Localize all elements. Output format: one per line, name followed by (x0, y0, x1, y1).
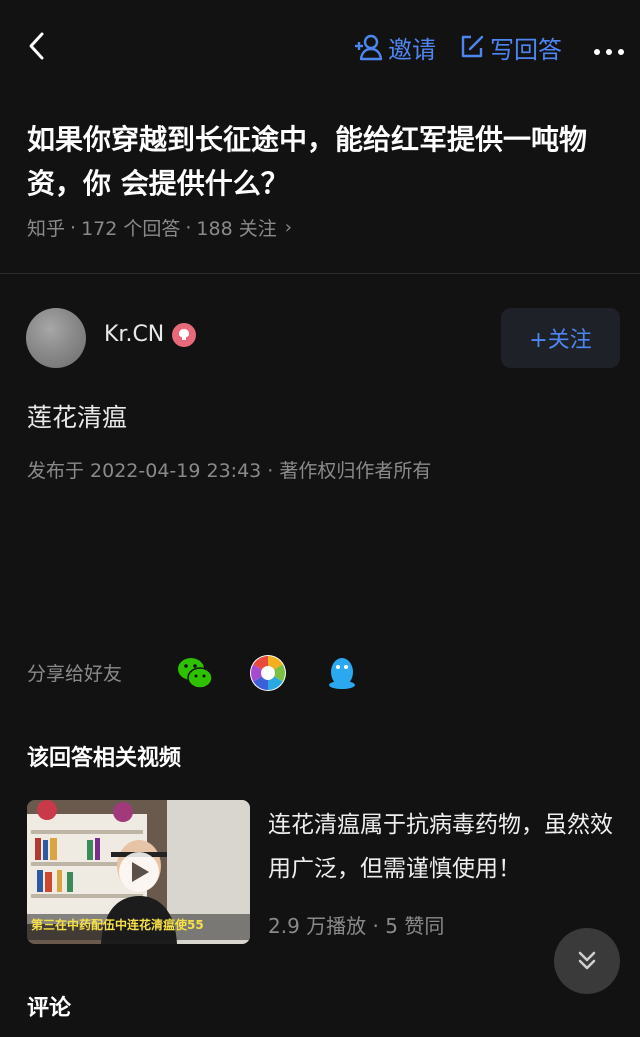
video-likes: 5 赞同 (385, 914, 445, 938)
author-badge-icon (172, 322, 197, 347)
separator-dot: · (372, 914, 386, 938)
question-meta[interactable]: 知乎 · 172 个回答 · 188 关注 › (27, 214, 292, 241)
comments-title: 评论 (27, 996, 72, 1021)
question-title: 如果你穿越到长征途中，能给红军提供一吨物资，你 会提供什么？ (27, 123, 588, 200)
invite-label: 邀请 (388, 35, 436, 64)
chevron-right-icon: › (284, 217, 292, 238)
double-chevron-down-icon (578, 951, 596, 970)
author-name: Kr.CN (104, 322, 165, 347)
share-label: 分享给好友 (27, 663, 123, 685)
chevron-left-icon (29, 32, 44, 60)
video-title[interactable]: 连花清瘟属于抗病毒药物，虽然效用广泛，但需谨慎使用！ (268, 803, 623, 891)
answers-count: 172 个回答 (81, 218, 181, 240)
follow-button[interactable]: +关注 (501, 308, 620, 368)
write-answer-label: 写回答 (490, 35, 562, 64)
publish-info: 发布于 2022-04-19 23:43 · 著作权归作者所有 (27, 460, 432, 482)
video-thumb-caption: 第三在中药配伍中连花清瘟使55 (31, 918, 204, 932)
scroll-down-button[interactable] (554, 928, 620, 994)
add-person-icon (355, 34, 383, 61)
video-plays: 2.9 万播放 (268, 914, 367, 938)
back-button[interactable] (22, 28, 52, 64)
more-dots-icon (594, 49, 624, 55)
moments-icon[interactable] (249, 654, 287, 692)
separator-dot: · (185, 216, 192, 239)
question-source: 知乎 (27, 218, 66, 240)
invite-button[interactable]: 邀请 (354, 30, 436, 64)
video-thumbnail[interactable]: 第三在中药配伍中连花清瘟使55 (27, 800, 250, 944)
related-videos-title: 该回答相关视频 (27, 746, 182, 771)
author-info[interactable]: Kr.CN (104, 322, 197, 347)
answer-content: 莲花清瘟 (27, 403, 128, 432)
separator-dot: · (70, 216, 77, 239)
divider (0, 273, 640, 274)
video-meta: 2.9 万播放 · 5 赞同 (268, 910, 444, 939)
more-button[interactable] (592, 42, 626, 55)
qq-icon[interactable] (323, 654, 361, 692)
edit-icon (461, 35, 484, 58)
followers-count: 188 关注 (196, 218, 277, 240)
top-bar: 邀请 写回答 (0, 0, 640, 92)
wechat-icon[interactable] (176, 654, 214, 692)
author-avatar[interactable] (26, 308, 86, 368)
write-answer-button[interactable]: 写回答 (458, 30, 562, 64)
